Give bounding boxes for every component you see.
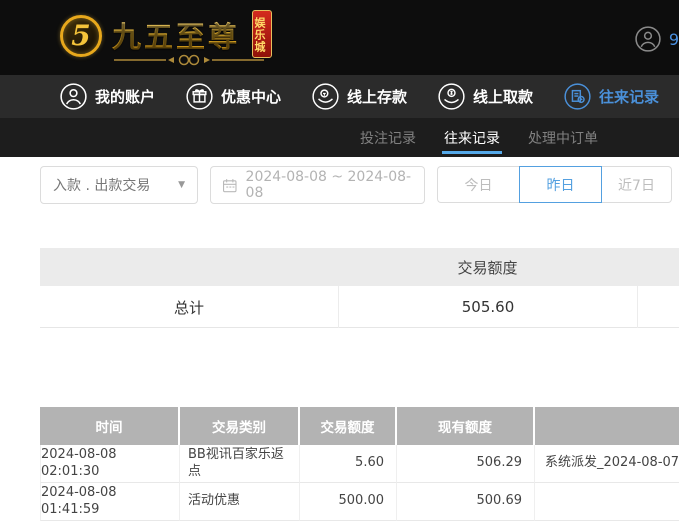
nav-label: 线上取款: [472, 88, 533, 106]
chevron-down-icon: ▼: [178, 180, 185, 190]
today-button[interactable]: 今日: [437, 166, 519, 203]
summary-amount-header: 交易额度: [457, 258, 518, 277]
brand-badge: 娱乐城: [252, 10, 272, 58]
date-range-picker[interactable]: 2024-08-08 ~ 2024-08-08: [210, 166, 425, 204]
cell-balance: 506.29: [397, 445, 535, 483]
date-range-value: 2024-08-08 ~ 2024-08-08: [245, 169, 412, 201]
brand-name: 九五至尊: [112, 14, 240, 56]
selected-type: 入款 . 出款交易: [53, 178, 151, 194]
quick-date-buttons: 今日 昨日 近7日: [437, 166, 672, 203]
cell-time: 2024-08-08 01:41:59: [40, 483, 180, 521]
cell-category: BB视讯百家乐返点: [180, 445, 300, 483]
gift-icon: [186, 83, 213, 110]
withdraw-icon: [438, 83, 465, 110]
cell-category: 活动优惠: [180, 483, 300, 521]
record-tabs: 投注记录 往来记录 处理中订单: [0, 118, 679, 157]
calendar-icon: [223, 178, 237, 192]
tab-transaction-records[interactable]: 往来记录: [442, 118, 502, 157]
yesterday-button[interactable]: 昨日: [519, 166, 602, 203]
transactions-table: 时间 交易类别 交易额度 现有额度 2024-08-08 02:01:30 BB…: [40, 407, 679, 521]
nav-my-account[interactable]: 我的账户: [60, 83, 155, 110]
nav-label: 优惠中心: [220, 88, 281, 106]
records-icon: [564, 83, 591, 110]
brand-logo[interactable]: 5 九五至尊 娱乐城: [56, 8, 286, 70]
nav-label: 往来记录: [598, 88, 659, 106]
col-header-amount: 交易额度: [300, 407, 397, 445]
table-row: 2024-08-08 02:01:30 BB视讯百家乐返点 5.60 506.2…: [40, 445, 679, 483]
summary-header-row: 交易额度: [40, 248, 679, 286]
nav-label: 线上存款: [346, 88, 407, 106]
nav-withdraw[interactable]: 线上取款: [438, 83, 533, 110]
cell-balance: 500.69: [397, 483, 535, 521]
nav-transaction-records[interactable]: 往来记录: [564, 83, 659, 110]
col-header-remark: [535, 407, 679, 445]
main-nav: 我的账户 优惠中心 线上存款 线上取款 往来记录: [0, 75, 679, 118]
cell-remark: 系统派发_2024-08-07: [535, 445, 679, 483]
cell-amount: 500.00: [300, 483, 397, 521]
col-header-balance: 现有额度: [397, 407, 535, 445]
username[interactable]: 9yi: [669, 30, 679, 49]
filter-bar: 入款 . 出款交易 ▼ 2024-08-08 ~ 2024-08-08 今日 昨…: [0, 157, 679, 217]
flourish-ornament-icon: [114, 52, 264, 72]
col-header-category: 交易类别: [180, 407, 300, 445]
nav-label: 我的账户: [95, 88, 156, 106]
user-icon: [60, 83, 87, 110]
summary-total-value: 505.60: [338, 286, 637, 328]
tab-pending-orders[interactable]: 处理中订单: [528, 118, 598, 157]
table-header-row: 时间 交易类别 交易额度 现有额度: [40, 407, 679, 445]
last7days-button[interactable]: 近7日: [602, 166, 672, 203]
top-header: 5 九五至尊 娱乐城 9: [0, 0, 679, 75]
summary-total-label: 总计: [173, 298, 204, 317]
cell-remark: [535, 483, 679, 521]
cell-amount: 5.60: [300, 445, 397, 483]
nav-promotions[interactable]: 优惠中心: [186, 83, 281, 110]
avatar-icon: [635, 26, 661, 52]
transaction-type-select[interactable]: 入款 . 出款交易 ▼: [40, 166, 198, 204]
table-row: 2024-08-08 01:41:59 活动优惠 500.00 500.69: [40, 483, 679, 521]
cell-time: 2024-08-08 02:01:30: [40, 445, 180, 483]
transaction-records-page: 5 九五至尊 娱乐城 9 我的账户 优惠中心 线上存款 线上取款 往来记录 投注…: [0, 0, 679, 521]
summary-total-row: 总计 505.60: [40, 286, 679, 328]
brand-emblem-icon: 5: [60, 15, 102, 57]
summary-table: 交易额度 总计 505.60: [40, 248, 679, 328]
tab-betting-records[interactable]: 投注记录: [360, 118, 416, 157]
summary-empty-cell: [637, 286, 679, 328]
nav-deposit[interactable]: 线上存款: [312, 83, 407, 110]
deposit-icon: [312, 83, 339, 110]
col-header-time: 时间: [40, 407, 180, 445]
user-account[interactable]: 9yi: [635, 26, 679, 52]
